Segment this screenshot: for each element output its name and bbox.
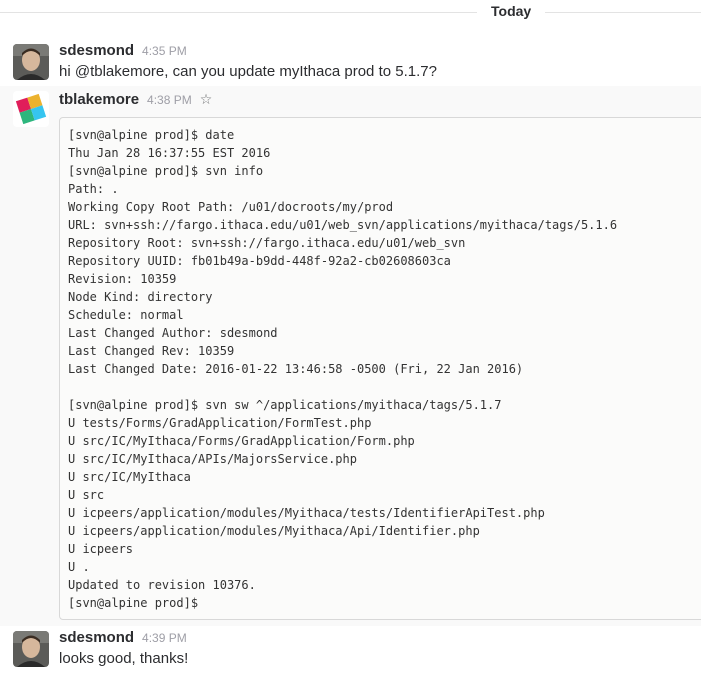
message-username[interactable]: sdesmond <box>59 42 134 59</box>
code-line: U tests/Forms/GradApplication/FormTest.p… <box>68 416 372 430</box>
code-line: U src <box>68 488 105 502</box>
avatar-sdesmond[interactable] <box>13 631 49 667</box>
code-line: Updated to revision 10376. <box>68 578 256 592</box>
avatar-image <box>13 44 49 80</box>
avatar-image <box>13 91 49 127</box>
code-block: [svn@alpine prod]$ date Thu Jan 28 16:37… <box>59 117 701 620</box>
code-line: U . <box>68 560 90 574</box>
code-line: Schedule: normal <box>68 308 184 322</box>
code-line: U src/IC/MyIthaca/Forms/GradApplication/… <box>68 434 415 448</box>
message-item: sdesmond 4:35 PM hi @tblakemore, can you… <box>0 36 701 86</box>
code-line: Path: . <box>68 182 119 196</box>
code-line: U icpeers/application/modules/Myithaca/A… <box>68 524 480 538</box>
day-divider: Today <box>0 0 701 24</box>
code-line: Last Changed Rev: 10359 <box>68 344 235 358</box>
code-line: [svn@alpine prod]$ <box>68 596 199 610</box>
message-text: hi @tblakemore, can you update myIthaca … <box>59 63 437 80</box>
code-line: U src/IC/MyIthaca/APIs/MajorsService.php <box>68 452 357 466</box>
message-text: looks good, thanks! <box>59 650 189 667</box>
code-line: Last Changed Author: sdesmond <box>68 326 278 340</box>
code-line: URL: svn+ssh://fargo.ithaca.edu/u01/web_… <box>68 218 618 232</box>
code-line: Repository Root: svn+ssh://fargo.ithaca.… <box>68 236 466 250</box>
code-line: U icpeers <box>68 542 134 556</box>
message-timestamp[interactable]: 4:38 PM <box>147 93 192 107</box>
code-line: Working Copy Root Path: /u01/docroots/my… <box>68 200 394 214</box>
code-line: U icpeers/application/modules/Myithaca/t… <box>68 506 545 520</box>
code-line: Revision: 10359 <box>68 272 177 286</box>
message-username[interactable]: tblakemore <box>59 91 139 108</box>
message-item: sdesmond 4:39 PM looks good, thanks! <box>0 626 701 676</box>
code-line: [svn@alpine prod]$ svn sw ^/applications… <box>68 398 502 412</box>
day-divider-label: Today <box>477 3 546 19</box>
code-line: Repository UUID: fb01b49a-b9dd-448f-92a2… <box>68 254 451 268</box>
code-line: Last Changed Date: 2016-01-22 13:46:58 -… <box>68 362 524 376</box>
avatar-sdesmond[interactable] <box>13 44 49 80</box>
code-line: Thu Jan 28 16:37:55 EST 2016 <box>68 146 271 160</box>
day-divider-line <box>0 12 701 13</box>
star-icon[interactable]: ☆ <box>200 92 213 106</box>
code-line: Node Kind: directory <box>68 290 213 304</box>
code-line: U src/IC/MyIthaca <box>68 470 191 484</box>
code-line: [svn@alpine prod]$ svn info <box>68 164 264 178</box>
code-line: [svn@alpine prod]$ date <box>68 128 235 142</box>
message-timestamp[interactable]: 4:39 PM <box>142 631 187 645</box>
message-timestamp[interactable]: 4:35 PM <box>142 44 187 58</box>
message-username[interactable]: sdesmond <box>59 629 134 646</box>
avatar-image <box>13 631 49 667</box>
avatar-tblakemore[interactable] <box>13 91 49 127</box>
